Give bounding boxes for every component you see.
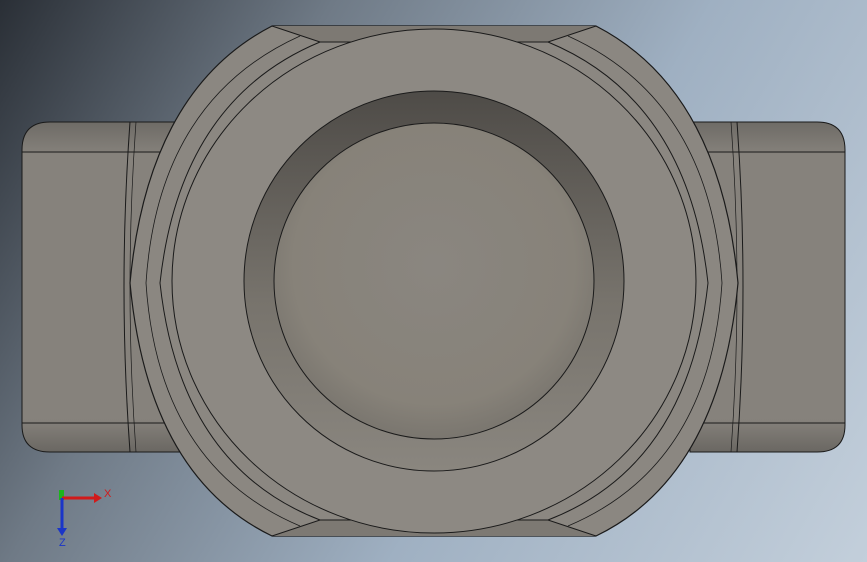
part-model[interactable] [0,0,867,562]
bore-face [273,122,595,440]
graphics-viewport[interactable]: X Z [0,0,867,562]
z-axis-label: Z [59,537,66,549]
x-axis-label: X [104,488,112,500]
view-triad: X Z [57,488,112,549]
